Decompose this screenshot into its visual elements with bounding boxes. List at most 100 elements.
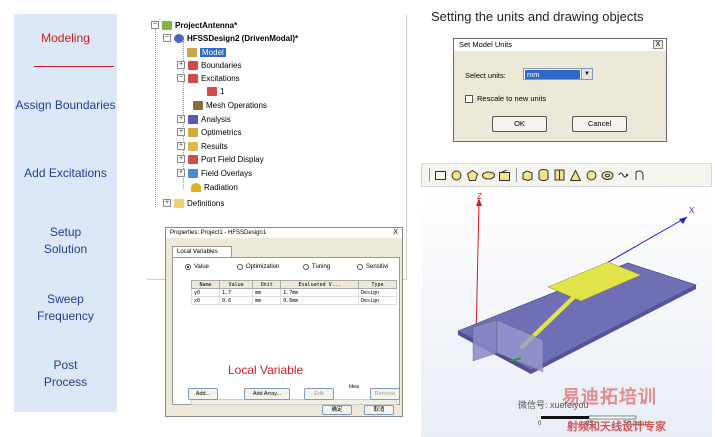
column-header-unit[interactable]: Unit — [252, 280, 282, 289]
table-row[interactable]: x0 0.6 mm 0.6mm Design — [190, 296, 398, 305]
draw-torus-icon[interactable] — [600, 168, 614, 182]
table-cell[interactable]: 1.7 — [219, 288, 254, 297]
draw-region-icon[interactable] — [497, 168, 511, 182]
add-array-button[interactable]: Add Array... — [244, 388, 290, 400]
ok-button[interactable]: 确定 — [322, 405, 352, 415]
expand-icon[interactable]: + — [177, 128, 185, 136]
tree-node-excitations[interactable]: − Excitations — [177, 72, 240, 84]
model-icon — [187, 47, 197, 57]
radio-optimization[interactable]: Optimization — [237, 264, 279, 270]
draw-regular-polyhedron-icon[interactable] — [552, 168, 566, 182]
tree-node-definitions[interactable]: + Definitions — [163, 197, 224, 209]
tree-node-project[interactable]: − ProjectAntenna* — [151, 19, 237, 31]
units-select[interactable]: mm ▼ — [523, 68, 593, 80]
draw-polygon-icon[interactable] — [465, 168, 479, 182]
wave-port — [472, 319, 498, 362]
watermark-wechat: 微信号: xuefeiyou — [518, 400, 589, 410]
tree-node-radiation[interactable]: Radiation — [191, 181, 238, 193]
expand-icon[interactable]: + — [177, 155, 185, 163]
port-icon — [207, 86, 217, 96]
draw-box-icon[interactable] — [520, 168, 534, 182]
tree-node-model[interactable]: Model — [187, 46, 226, 58]
draw-sphere-icon[interactable] — [584, 168, 598, 182]
radio-value[interactable]: Value — [185, 264, 209, 270]
tree-node-analysis[interactable]: + Analysis — [177, 113, 231, 125]
expand-icon[interactable]: + — [177, 61, 185, 69]
draw-helix-icon[interactable] — [616, 168, 630, 182]
boundaries-icon — [188, 60, 198, 70]
workflow-step-setup-solution[interactable]: Setup Solution — [14, 224, 117, 258]
tree-node-design[interactable]: − HFSSDesign2 (DrivenModal)* — [163, 32, 298, 44]
column-header-evaluated[interactable]: Evaluated V... — [280, 280, 359, 289]
analysis-icon — [188, 114, 198, 124]
tree-node-port-field-display[interactable]: + Port Field Display — [177, 153, 264, 165]
toolbar-separator — [516, 168, 517, 182]
expand-icon[interactable]: + — [163, 199, 171, 207]
draw-ellipse-icon[interactable] — [481, 168, 495, 182]
edit-button[interactable]: Edit — [304, 388, 334, 400]
workflow-step-modeling[interactable]: Modeling — [14, 30, 117, 47]
expand-icon[interactable]: + — [177, 115, 185, 123]
add-button[interactable]: Add... — [188, 388, 218, 400]
rescale-checkbox[interactable] — [465, 94, 473, 103]
table-cell[interactable]: x0 — [190, 296, 221, 305]
workflow-step-post-process[interactable]: Post Process — [14, 357, 117, 391]
collapse-icon[interactable]: − — [177, 74, 185, 82]
radio-button[interactable] — [237, 264, 243, 270]
z-axis-label: Z — [477, 192, 482, 201]
draw-cylinder-icon[interactable] — [536, 168, 550, 182]
tree-node-results[interactable]: + Results — [177, 140, 228, 152]
radio-button[interactable] — [185, 264, 191, 270]
tree-node-boundaries[interactable]: + Boundaries — [177, 59, 241, 71]
folder-icon — [174, 198, 184, 208]
tree-node-excitation-1[interactable]: 1 — [207, 85, 224, 97]
table-cell: Design — [357, 296, 398, 305]
tab-local-variables[interactable]: Local Variables — [172, 246, 232, 257]
radiation-icon — [191, 182, 201, 192]
table-cell[interactable]: 0.6 — [219, 296, 254, 305]
column-header-value[interactable]: Value — [219, 280, 254, 289]
table-row[interactable]: y0 1.7 mm 1.7mm Design — [190, 288, 398, 297]
radio-sensitivity[interactable]: Sensitivi — [357, 264, 388, 270]
table-cell[interactable]: y0 — [190, 288, 221, 297]
close-icon[interactable]: X — [393, 229, 398, 236]
properties-dialog: Properties: Project1 - HFSSDesign1 X Loc… — [165, 227, 403, 417]
project-icon — [162, 20, 172, 30]
workflow-step-sweep-frequency[interactable]: Sweep Frequency — [14, 291, 117, 325]
collapse-icon[interactable]: − — [151, 21, 159, 29]
remove-button[interactable]: Remove — [370, 388, 400, 400]
table-cell[interactable]: mm — [252, 296, 282, 305]
radio-button[interactable] — [357, 264, 363, 270]
draw-cone-icon[interactable] — [568, 168, 582, 182]
chevron-down-icon[interactable]: ▼ — [581, 69, 592, 79]
cancel-button[interactable]: 取消 — [364, 405, 394, 415]
radio-tuning[interactable]: Tuning — [303, 264, 330, 270]
draw-rectangle-icon[interactable] — [433, 168, 447, 182]
tree-node-field-overlays[interactable]: + Field Overlays — [177, 167, 252, 179]
table-cell: 0.6mm — [280, 296, 359, 305]
expand-icon[interactable]: + — [177, 142, 185, 150]
radio-button[interactable] — [303, 264, 309, 270]
port-field-icon — [188, 154, 198, 164]
expand-icon[interactable]: + — [177, 169, 185, 177]
draw-circle-icon[interactable] — [449, 168, 463, 182]
page-heading: Setting the units and drawing objects — [431, 9, 644, 24]
draw-spiral-icon[interactable] — [632, 168, 646, 182]
ok-button[interactable]: OK — [492, 116, 547, 132]
column-header-name[interactable]: Name — [190, 280, 221, 289]
rescale-checkbox-row[interactable]: Rescale to new units — [465, 94, 546, 103]
workflow-step-assign-boundaries[interactable]: Assign Boundaries — [14, 97, 117, 114]
table-cell[interactable]: mm — [252, 288, 282, 297]
z-axis-line — [475, 201, 480, 339]
workflow-step-add-excitations[interactable]: Add Excitations — [14, 165, 117, 182]
units-select-value: mm — [525, 70, 580, 79]
workflow-panel: Modeling Assign Boundaries Add Excitatio… — [14, 14, 117, 412]
tree-node-mesh-operations[interactable]: Mesh Operations — [193, 99, 267, 111]
close-icon[interactable]: X — [653, 40, 663, 49]
column-header-type[interactable]: Type — [357, 280, 398, 289]
collapse-icon[interactable]: − — [163, 34, 171, 42]
cancel-button[interactable]: Cancel — [572, 116, 627, 132]
watermark-tagline: 射频和天线设计专家 — [567, 421, 666, 433]
ruler-label: 0 — [538, 421, 542, 427]
tree-node-optimetrics[interactable]: + Optimetrics — [177, 126, 241, 138]
